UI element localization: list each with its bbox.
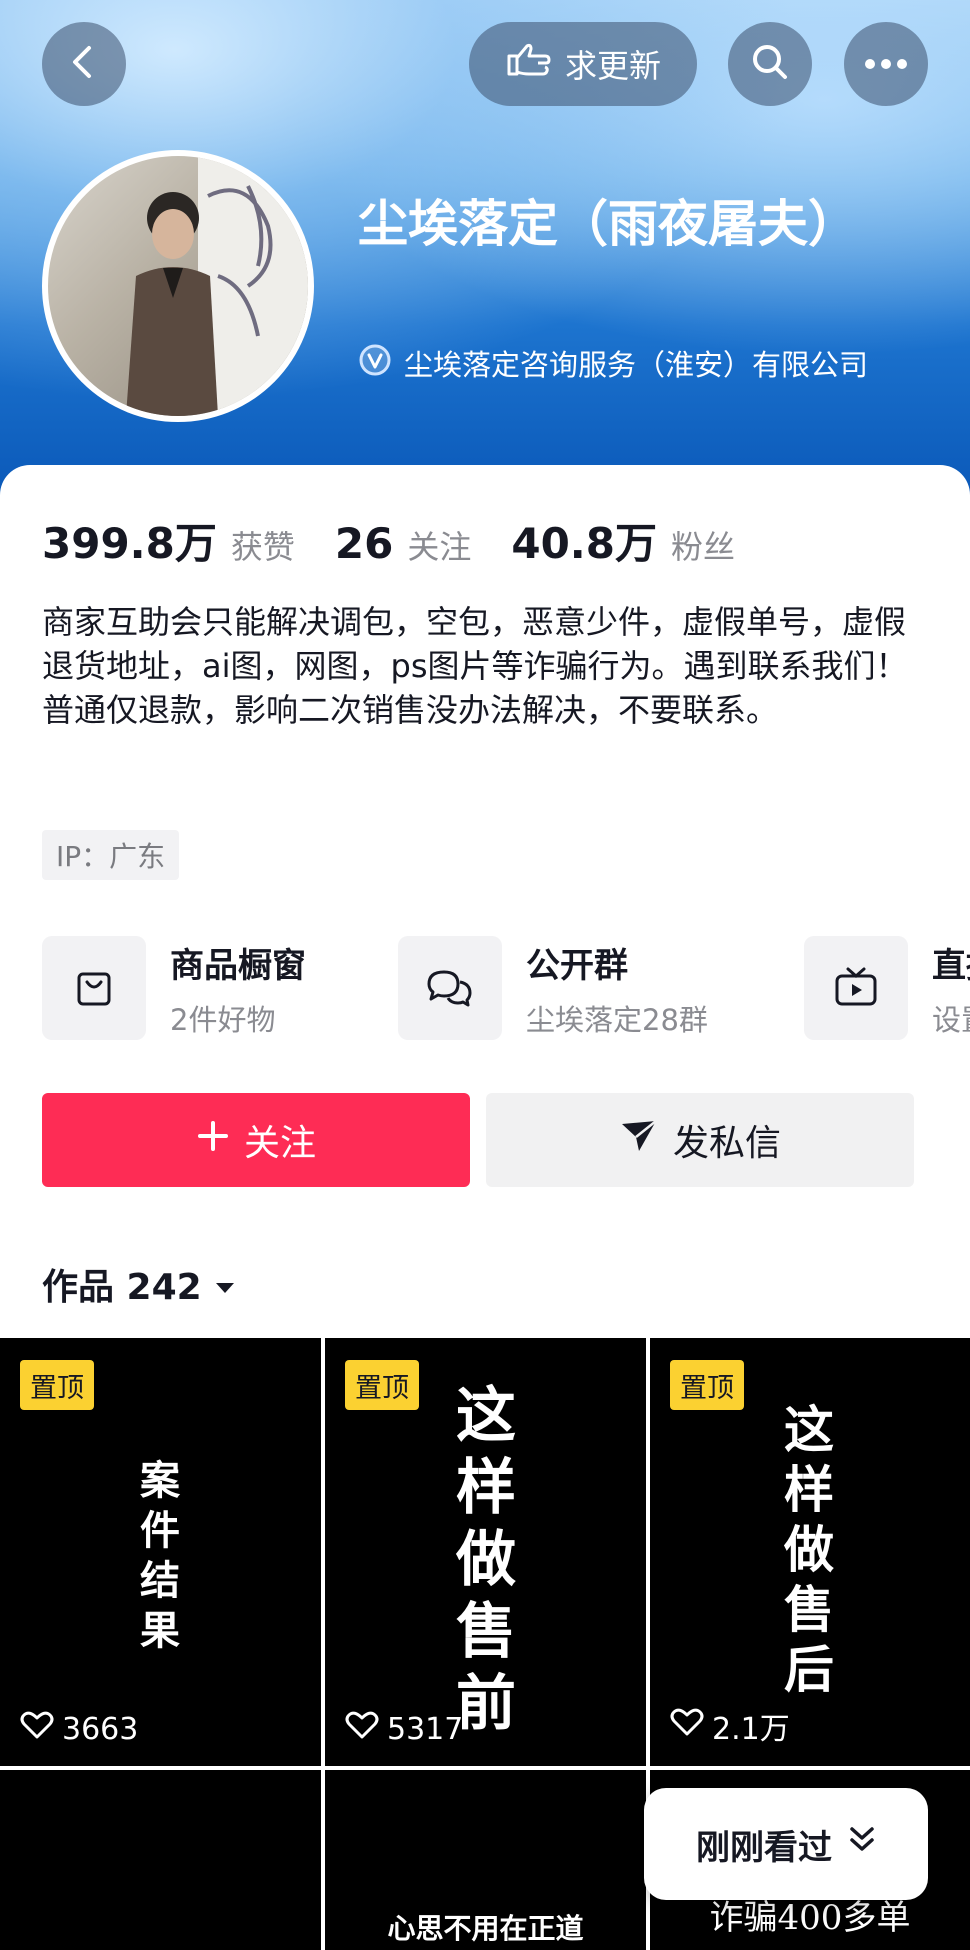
tile-cover-text: 这样做售后 — [784, 1401, 834, 1699]
heart-icon — [345, 1710, 379, 1748]
avatar[interactable] — [42, 150, 314, 422]
video-tile[interactable]: 心思不用在正道 — [325, 1770, 646, 1950]
back-button[interactable] — [42, 22, 126, 106]
likes-count: 399.8万 — [42, 519, 217, 568]
tile-cover-text: 诈骗400多单 — [709, 1898, 911, 1938]
tile-likes: 3663 — [20, 1710, 138, 1748]
feature-title: 商品橱窗 — [170, 945, 306, 986]
shopping-bag-icon — [42, 936, 146, 1040]
pinned-badge: 置顶 — [20, 1360, 94, 1410]
feature-public-group[interactable]: 公开群 尘埃落定28群 — [398, 936, 708, 1040]
tile-likes-count: 2.1万 — [712, 1712, 790, 1747]
video-tile[interactable] — [0, 1770, 321, 1950]
recently-viewed-button[interactable]: 刚刚看过 — [644, 1788, 928, 1900]
recently-viewed-label: 刚刚看过 — [696, 1827, 832, 1868]
search-button[interactable] — [728, 22, 812, 106]
feature-title: 公开群 — [526, 945, 628, 986]
tv-live-icon — [804, 936, 908, 1040]
verified-badge-icon — [358, 343, 392, 384]
plus-icon — [196, 1119, 230, 1162]
tile-cover-text: 这样做售前 — [456, 1381, 516, 1739]
feature-title: 直播 — [932, 945, 970, 986]
verified-org-name: 尘埃落定咨询服务（淮安）有限公司 — [404, 348, 869, 382]
follow-label: 关注 — [243, 1123, 316, 1164]
more-button[interactable] — [844, 22, 928, 106]
tile-cover-text: 心思不用在正道 — [387, 1912, 584, 1945]
feature-shop-window[interactable]: 商品橱窗 2件好物 — [42, 936, 306, 1040]
feature-subtitle: 尘埃落定28群 — [526, 1002, 708, 1037]
feature-subtitle: 设置 — [932, 1002, 970, 1037]
video-tile[interactable]: 置顶 案件结果 3663 — [0, 1338, 321, 1766]
group-chat-icon — [398, 936, 502, 1040]
tile-likes-count: 3663 — [62, 1711, 139, 1747]
caret-down-icon — [214, 1264, 236, 1305]
following-count[interactable]: 26 — [335, 519, 393, 568]
ip-location-tag: IP：广东 — [42, 830, 180, 880]
hand-point-icon — [505, 40, 553, 88]
works-count-label: 作品 242 — [42, 1267, 202, 1308]
followers-count[interactable]: 40.8万 — [511, 510, 657, 571]
tile-likes: 5317 — [345, 1710, 463, 1748]
tile-likes-count: 5317 — [387, 1711, 464, 1747]
heart-icon — [20, 1710, 54, 1748]
video-tile[interactable]: 置顶 这样做售后 2.1万 — [650, 1338, 970, 1766]
pinned-badge: 置顶 — [345, 1360, 419, 1410]
follow-button[interactable]: 关注 — [42, 1093, 470, 1187]
verified-org-row[interactable]: 尘埃落定咨询服务（淮安）有限公司 — [358, 342, 868, 384]
feature-live[interactable]: 直播 设置 — [804, 936, 970, 1040]
feature-subtitle: 2件好物 — [170, 1002, 276, 1037]
double-chevron-down-icon — [848, 1824, 876, 1864]
request-update-label: 求更新 — [564, 47, 661, 85]
video-tile[interactable]: 置顶 这样做售前 5317 — [325, 1338, 646, 1766]
message-button[interactable]: 发私信 — [486, 1093, 914, 1187]
avatar-photo — [126, 156, 308, 416]
send-icon — [619, 1118, 659, 1163]
request-update-button[interactable]: 求更新 — [469, 22, 697, 106]
search-icon — [748, 40, 792, 88]
following-label[interactable]: 关注 — [407, 522, 471, 568]
chevron-left-icon — [64, 42, 104, 86]
stats-row: 399.8万 获赞 26 关注 40.8万 粉丝 — [42, 510, 775, 571]
heart-icon — [670, 1707, 704, 1745]
works-tab[interactable]: 作品 242 — [42, 1258, 236, 1310]
tile-likes: 2.1万 — [670, 1704, 790, 1748]
profile-bio: 商家互助会只能解决调包，空包，恶意少件，虚假单号，虚假退货地址，ai图，网图，p… — [42, 603, 908, 729]
likes-label: 获赞 — [230, 528, 295, 566]
tile-cover-text: 案件结果 — [140, 1458, 180, 1654]
more-dots-icon — [864, 55, 908, 74]
followers-label[interactable]: 粉丝 — [671, 522, 735, 568]
pinned-badge: 置顶 — [670, 1360, 744, 1410]
message-label: 发私信 — [672, 1123, 781, 1164]
profile-name: 尘埃落定（雨夜屠夫） — [358, 195, 858, 253]
